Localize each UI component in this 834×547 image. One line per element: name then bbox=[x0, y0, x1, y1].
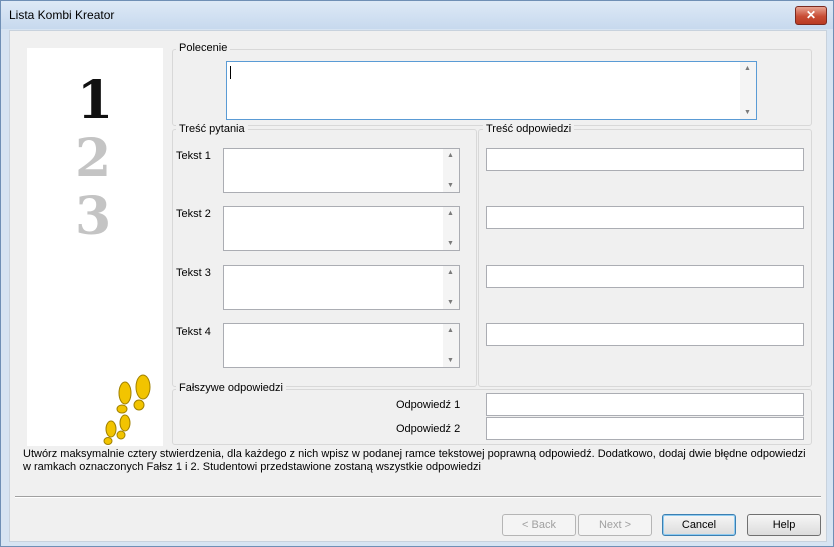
question-input-2[interactable]: ▲ ▼ bbox=[223, 206, 460, 251]
question-input-4[interactable]: ▲ ▼ bbox=[223, 323, 460, 368]
step-digit-3: 3 bbox=[75, 186, 112, 247]
scroll-up-icon[interactable]: ▲ bbox=[447, 327, 454, 334]
wizard-window: Lista Kombi Kreator ✕ 1 2 3 Polecenie ▲ … bbox=[0, 0, 834, 547]
question-4-scrollbar[interactable]: ▲ ▼ bbox=[443, 324, 459, 367]
answer-input-1[interactable] bbox=[486, 148, 804, 171]
scroll-up-icon[interactable]: ▲ bbox=[447, 210, 454, 217]
question-label-1: Tekst 1 bbox=[176, 150, 211, 162]
question-label-3: Tekst 3 bbox=[176, 267, 211, 279]
false-answers-group-label: Fałszywe odpowiedzi bbox=[176, 382, 286, 394]
close-button[interactable]: ✕ bbox=[795, 6, 827, 25]
dialog-body: 1 2 3 Polecenie ▲ ▼ Treść pytania Tekst … bbox=[9, 30, 827, 542]
window-title: Lista Kombi Kreator bbox=[9, 8, 115, 22]
false-answer-input-2[interactable] bbox=[486, 417, 804, 440]
help-button[interactable]: Help bbox=[747, 514, 821, 536]
answer-group-label: Treść odpowiedzi bbox=[483, 123, 575, 135]
command-group-label: Polecenie bbox=[176, 42, 231, 54]
step-digit-1: 1 bbox=[77, 70, 114, 131]
false-answer-input-1[interactable] bbox=[486, 393, 804, 416]
question-input-3[interactable]: ▲ ▼ bbox=[223, 265, 460, 310]
question-label-4: Tekst 4 bbox=[176, 326, 211, 338]
scroll-down-icon[interactable]: ▼ bbox=[447, 182, 454, 189]
answer-input-3[interactable] bbox=[486, 265, 804, 288]
instruction-text: Utwórz maksymalnie cztery stwierdzenia, … bbox=[23, 448, 806, 473]
scroll-up-icon[interactable]: ▲ bbox=[447, 269, 454, 276]
scroll-down-icon[interactable]: ▼ bbox=[447, 240, 454, 247]
back-button[interactable]: < Back bbox=[502, 514, 576, 536]
scroll-up-icon[interactable]: ▲ bbox=[447, 152, 454, 159]
scroll-up-icon[interactable]: ▲ bbox=[744, 65, 751, 72]
question-input-1[interactable]: ▲ ▼ bbox=[223, 148, 460, 193]
answer-input-2[interactable] bbox=[486, 206, 804, 229]
answer-input-4[interactable] bbox=[486, 323, 804, 346]
question-label-2: Tekst 2 bbox=[176, 208, 211, 220]
false-answer-label-1: Odpowiedź 1 bbox=[396, 399, 461, 411]
scroll-down-icon[interactable]: ▼ bbox=[447, 299, 454, 306]
next-button[interactable]: Next > bbox=[578, 514, 652, 536]
scroll-down-icon[interactable]: ▼ bbox=[447, 357, 454, 364]
question-2-scrollbar[interactable]: ▲ ▼ bbox=[443, 207, 459, 250]
question-group-label: Treść pytania bbox=[176, 123, 248, 135]
command-scrollbar[interactable]: ▲ ▼ bbox=[740, 62, 756, 119]
step-digit-2: 2 bbox=[75, 128, 112, 189]
scroll-down-icon[interactable]: ▼ bbox=[744, 109, 751, 116]
title-bar: Lista Kombi Kreator ✕ bbox=[1, 1, 833, 29]
text-caret bbox=[230, 66, 231, 79]
footer-separator bbox=[15, 496, 821, 498]
step-illustration: 1 2 3 bbox=[27, 48, 163, 446]
question-3-scrollbar[interactable]: ▲ ▼ bbox=[443, 266, 459, 309]
false-answer-label-2: Odpowiedź 2 bbox=[396, 423, 461, 435]
cancel-button[interactable]: Cancel bbox=[662, 514, 736, 536]
command-input[interactable]: ▲ ▼ bbox=[226, 61, 757, 120]
footsteps-icon bbox=[103, 374, 151, 445]
question-1-scrollbar[interactable]: ▲ ▼ bbox=[443, 149, 459, 192]
